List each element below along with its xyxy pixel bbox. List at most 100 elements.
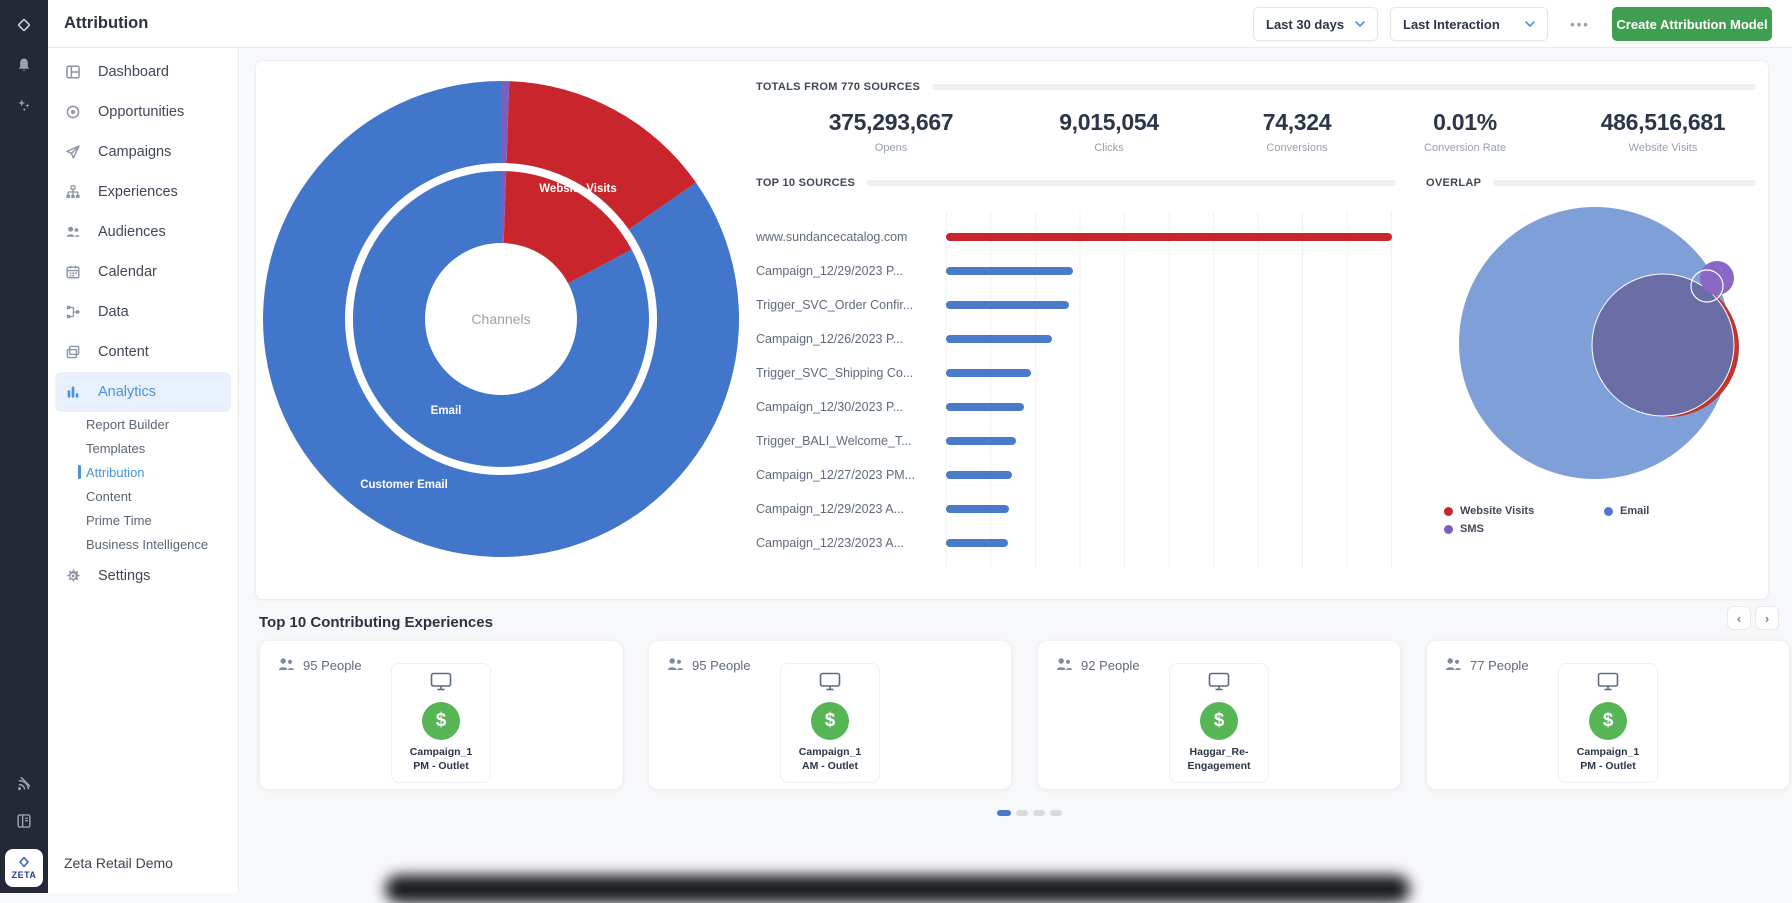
date-range-select[interactable]: Last 30 days	[1253, 7, 1378, 41]
sidebar-subitem-content[interactable]: Content	[48, 484, 238, 508]
source-label[interactable]: Campaign_12/29/2023 A...	[756, 502, 926, 516]
book-glyph	[15, 812, 33, 830]
source-label[interactable]: Trigger_SVC_Order Confir...	[756, 298, 926, 312]
top-sources-header: TOP 10 SOURCES	[756, 177, 855, 189]
experiences-title: Top 10 Contributing Experiences	[259, 614, 493, 631]
source-bar[interactable]	[946, 369, 1031, 377]
pagination-dot[interactable]	[997, 810, 1011, 816]
monitor-icon	[1208, 672, 1230, 696]
create-attribution-model-button[interactable]: Create Attribution Model	[1612, 7, 1772, 41]
legend-dot	[1444, 507, 1453, 516]
sidebar-item-campaigns[interactable]: Campaigns	[48, 132, 238, 172]
audiences-icon	[64, 224, 81, 241]
source-label[interactable]: Campaign_12/26/2023 P...	[756, 332, 926, 346]
zeta-logo[interactable]: ZETA	[5, 849, 43, 887]
source-bar[interactable]	[946, 301, 1069, 309]
source-label[interactable]: Trigger_SVC_Shipping Co...	[756, 366, 926, 380]
sidebar-item-calendar[interactable]: Calendar	[48, 252, 238, 292]
source-bar-track	[946, 403, 1392, 411]
zeta-diamond-icon[interactable]	[0, 8, 48, 42]
notifications-bell-icon[interactable]	[0, 48, 48, 82]
carousel-prev-button[interactable]: ‹	[1727, 606, 1751, 630]
stat-label: Opens	[829, 142, 954, 154]
sidebar-subitem-templates[interactable]: Templates	[48, 436, 238, 460]
source-row: Campaign_12/30/2023 P...	[756, 390, 1396, 424]
campaign-node[interactable]: $Campaign_1PM - Outlet	[391, 663, 491, 783]
top-sources-header-rule	[867, 180, 1396, 186]
legend-dot	[1444, 525, 1453, 534]
pagination-dot[interactable]	[1050, 810, 1062, 816]
source-label[interactable]: Campaign_12/30/2023 P...	[756, 400, 926, 414]
stat-website-visits: 486,516,681Website Visits	[1601, 109, 1726, 154]
sidebar-item-experiences[interactable]: Experiences	[48, 172, 238, 212]
top-sources-section: TOP 10 SOURCES www.sundancecatalog.com Ca…	[756, 177, 1396, 560]
pagination-dot[interactable]	[1016, 810, 1028, 816]
sidebar-item-opportunities[interactable]: Opportunities	[48, 92, 238, 132]
sidebar-item-content[interactable]: Content	[48, 332, 238, 372]
ai-sparkles-icon[interactable]	[0, 88, 48, 122]
chevron-down-icon	[1355, 21, 1365, 27]
campaign-node[interactable]: $Campaign_1PM - Outlet	[1558, 663, 1658, 783]
source-label[interactable]: Trigger_BALI_Welcome_T...	[756, 434, 926, 448]
signal-icon[interactable]	[0, 766, 48, 800]
card-people-count: 95 People	[667, 657, 751, 674]
venn-website-visits-overlap[interactable]	[1592, 274, 1734, 416]
people-count-label: 95 People	[692, 658, 751, 673]
channels-sunburst-chart: Website Visits Email Customer Email Chan…	[256, 61, 776, 586]
source-bar[interactable]	[946, 471, 1012, 479]
source-bar[interactable]	[946, 233, 1392, 241]
pagination-dot[interactable]	[1033, 810, 1045, 816]
source-bar[interactable]	[946, 539, 1008, 547]
sidebar-item-dashboard[interactable]: Dashboard	[48, 52, 238, 92]
experience-card[interactable]: 95 People $Campaign_1PM - Outlet	[259, 640, 623, 790]
campaigns-icon	[64, 144, 81, 161]
totals-section: TOTALS FROM 770 SOURCES 375,293,667Opens…	[756, 81, 1756, 183]
source-label[interactable]: Campaign_12/23/2023 A...	[756, 536, 926, 550]
card-people-count: 95 People	[278, 657, 362, 674]
sidebar-item-analytics[interactable]: Analytics	[55, 372, 231, 412]
sidebar-subitem-label: Attribution	[86, 465, 145, 480]
date-range-value: Last 30 days	[1266, 17, 1344, 32]
people-icon	[667, 657, 684, 674]
sidebar-subitem-attribution[interactable]: Attribution	[48, 460, 238, 484]
sidebar-item-label: Audiences	[98, 224, 166, 240]
source-row: Trigger_SVC_Shipping Co...	[756, 356, 1396, 390]
sidebar-subitem-prime-time[interactable]: Prime Time	[48, 508, 238, 532]
source-bar[interactable]	[946, 505, 1009, 513]
source-label[interactable]: Campaign_12/29/2023 P...	[756, 264, 926, 278]
source-label[interactable]: Campaign_12/27/2023 PM...	[756, 468, 926, 482]
campaign-node[interactable]: $Haggar_Re-Engagement	[1169, 663, 1269, 783]
sidebar-subitem-business-intelligence[interactable]: Business Intelligence	[48, 532, 238, 556]
experience-card[interactable]: 92 People$Haggar_Re-Engagement	[1037, 640, 1401, 790]
source-label[interactable]: www.sundancecatalog.com	[756, 230, 926, 244]
donut-center-label: Channels	[471, 311, 530, 327]
source-bar[interactable]	[946, 335, 1052, 343]
sidebar-item-settings[interactable]: Settings	[48, 556, 238, 596]
sidebar-item-data[interactable]: Data	[48, 292, 238, 332]
experience-card[interactable]: 95 People $Campaign_1AM - Outlet	[648, 640, 1012, 790]
campaign-name: Haggar_Re-Engagement	[1187, 746, 1250, 773]
monitor-icon	[1597, 672, 1619, 696]
stat-value: 74,324	[1263, 109, 1332, 136]
source-bar[interactable]	[946, 267, 1073, 275]
venn-sms-circle[interactable]	[1700, 261, 1734, 295]
source-bar[interactable]	[946, 403, 1024, 411]
account-name: Zeta Retail Demo	[64, 855, 173, 871]
sidebar-item-label: Campaigns	[98, 144, 171, 160]
carousel-next-button[interactable]: ›	[1755, 606, 1779, 630]
source-row: Trigger_BALI_Welcome_T...	[756, 424, 1396, 458]
sidebar-item-label: Dashboard	[98, 64, 169, 80]
campaign-node[interactable]: $Campaign_1AM - Outlet	[780, 663, 880, 783]
people-count-label: 95 People	[303, 658, 362, 673]
people-icon	[278, 657, 295, 674]
sidebar-subitem-label: Content	[86, 489, 132, 504]
overlap-header-rule	[1493, 180, 1756, 186]
page-title: Attribution	[64, 14, 148, 33]
attribution-model-select[interactable]: Last Interaction	[1390, 7, 1548, 41]
experience-card[interactable]: 77 People$Campaign_1PM - Outlet	[1426, 640, 1790, 790]
source-bar[interactable]	[946, 437, 1016, 445]
sidebar-item-audiences[interactable]: Audiences	[48, 212, 238, 252]
more-options-button[interactable]: •••	[1558, 7, 1602, 41]
knowledge-book-icon[interactable]	[0, 804, 48, 838]
sidebar-subitem-report-builder[interactable]: Report Builder	[48, 412, 238, 436]
